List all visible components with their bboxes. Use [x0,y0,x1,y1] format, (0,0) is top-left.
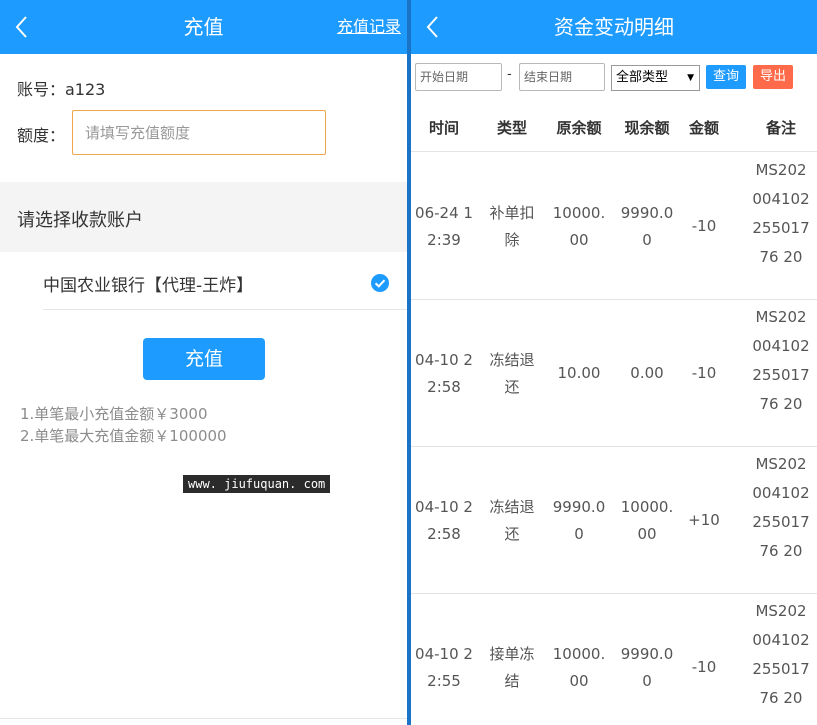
cell-time: 04-10 22:58 [415,351,473,396]
query-button[interactable]: 查询 [706,65,746,89]
cell-amount: -10 [691,364,717,382]
cell-type: 冻结退还 [489,351,535,396]
fund-detail-header: 资金变动明细 [411,0,817,54]
note-min-amount: 1.单笔最小充值金额￥3000 [20,405,208,423]
recharge-record-link[interactable]: 充值记录 [337,0,401,54]
filter-bar: - 全部类型 ▼ 查询 导出 [411,54,817,100]
cell-amount: +10 [688,511,720,529]
column-header-time: 时间 [428,119,459,137]
amount-label: 额度： [17,126,66,145]
recharge-panel: 充值 充值记录 账号：a123 额度： 请选择收款账户 中国农业银行【代理-王炸… [0,0,407,725]
cell-amount: -10 [691,217,717,235]
cell-time: 04-10 22:55 [415,645,473,690]
cell-time: 06-24 12:39 [415,204,473,249]
cell-note: MS20200410225501776 20 [752,455,810,560]
cell-after-balance: 10000.00 [620,498,674,543]
watermark: www. jiufuquan. com [183,475,331,493]
cell-note: MS20200410225501776 20 [752,161,810,266]
export-button[interactable]: 导出 [753,65,793,89]
cell-time: 04-10 22:58 [415,498,473,543]
cell-type: 补单扣除 [489,204,535,249]
bank-name: 中国农业银行【代理-王炸】 [43,276,254,296]
cell-type: 接单冻结 [489,645,535,690]
bottom-divider [0,718,407,719]
table-row: 04-10 22:58 冻结退还 9990.00 10000.00 +10 MS… [411,447,817,594]
column-header-amount: 金额 [688,119,719,137]
back-arrow-icon[interactable] [12,13,32,41]
table-row: 06-24 12:39 补单扣除 10000.00 9990.00 -10 MS… [411,153,817,300]
cell-after-balance: 0.00 [630,364,664,382]
recharge-submit-button[interactable]: 充值 [143,338,265,380]
column-header-type: 类型 [496,119,527,137]
table-header: 时间 类型 原余额 现余额 金额 备注 [411,102,817,152]
cell-after-balance: 9990.00 [620,645,674,690]
back-arrow-icon[interactable] [423,13,443,41]
end-date-input[interactable] [519,63,605,91]
note-max-amount: 2.单笔最大充值金额￥100000 [20,427,227,445]
page-title: 资金变动明细 [554,15,674,39]
cell-before-balance: 10000.00 [552,645,606,690]
cell-note: MS20200410225501776 20 [752,602,810,707]
cell-note: MS20200410225501776 20 [752,308,810,413]
column-header-after: 现余额 [624,119,670,137]
account-label: 账号：a123 [17,80,106,99]
type-select[interactable]: 全部类型 ▼ [611,65,700,91]
type-select-value: 全部类型 [616,70,669,85]
cell-amount: -10 [691,658,717,676]
amount-input[interactable] [72,110,326,155]
start-date-input[interactable] [415,63,502,91]
fund-detail-panel: 资金变动明细 - 全部类型 ▼ 查询 导出 时间 类型 原余额 现余额 金额 备… [411,0,817,725]
column-header-note: 备注 [765,119,796,137]
date-range-dash: - [507,67,512,82]
cell-before-balance: 10.00 [557,364,601,382]
cell-before-balance: 9990.00 [552,498,606,543]
table-row: 04-10 22:55 接单冻结 10000.00 9990.00 -10 MS… [411,594,817,725]
table-row: 04-10 22:58 冻结退还 10.00 0.00 -10 MS202004… [411,300,817,447]
recharge-header: 充值 充值记录 [0,0,407,54]
column-header-before: 原余额 [556,119,602,137]
section-title: 请选择收款账户 [17,210,143,231]
dropdown-arrow-icon: ▼ [687,73,694,83]
cell-type: 冻结退还 [489,498,535,543]
cell-after-balance: 9990.00 [620,204,674,249]
check-circle-icon [371,274,389,292]
cell-before-balance: 10000.00 [552,204,606,249]
bank-account-option[interactable]: 中国农业银行【代理-王炸】 [43,252,407,310]
